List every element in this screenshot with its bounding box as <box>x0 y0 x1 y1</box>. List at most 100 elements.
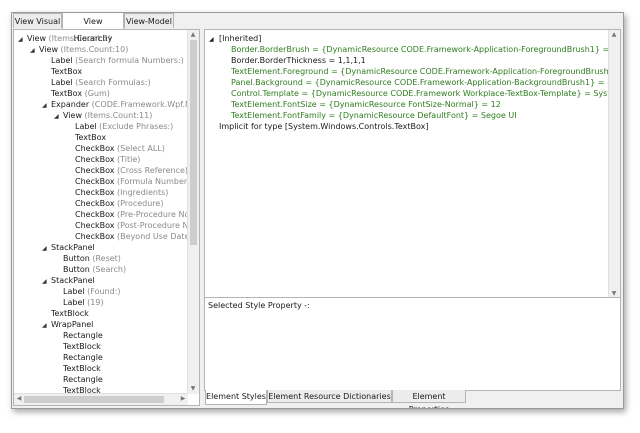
style-setter-line[interactable]: TextElement.Foreground = {DynamicResourc… <box>231 66 608 77</box>
tree-node-detail: (Formula Number) <box>114 177 187 186</box>
style-setter-line[interactable]: TextElement.FontFamily = {DynamicResourc… <box>231 110 517 121</box>
tree-node[interactable]: CheckBox (Procedure) <box>66 198 163 209</box>
scroll-up-icon[interactable]: ▲ <box>188 30 198 40</box>
tree-node[interactable]: CheckBox (Beyond Use Date N <box>66 231 187 242</box>
tab-element-properties[interactable]: Element Properties <box>392 390 466 408</box>
tree-node-detail: (Found:) <box>84 287 121 296</box>
tree-node[interactable]: CheckBox (Title) <box>66 154 140 165</box>
styles-list[interactable]: ◢ [Inherited] Border.BorderBrush = {Dynam… <box>205 30 608 298</box>
selected-style-property-label: Selected Style Property -: <box>208 301 310 310</box>
tree-node[interactable]: Label (Search Formulas:) <box>42 77 151 88</box>
tree-node[interactable]: ◢Expander (CODE.Framework.Wpf.Mvv <box>42 99 187 110</box>
style-setter-line[interactable]: Panel.Background = {DynamicResource CODE… <box>231 77 608 88</box>
tree-node-detail: (Ingredients) <box>114 188 169 197</box>
tree-node[interactable]: Rectangle <box>54 374 103 385</box>
tree-node-type: TextBlock <box>63 342 101 351</box>
tab-view-model[interactable]: View-Model <box>124 13 174 28</box>
style-setter-line[interactable]: TextElement.FontSize = {DynamicResource … <box>231 99 501 110</box>
tree-node[interactable]: TextBlock <box>54 363 101 374</box>
tab-element-resource-dictionaries[interactable]: Element Resource Dictionaries <box>267 390 392 403</box>
tree-node[interactable]: ◢ StackPanel <box>42 242 95 253</box>
tree-node[interactable]: Button (Reset) <box>54 253 121 264</box>
scroll-up-icon[interactable]: ▲ <box>609 30 619 40</box>
tree-node[interactable]: ◢ View (Items.Count:11) <box>54 110 152 121</box>
tree-node[interactable]: TextBlock <box>42 308 89 319</box>
tree-vertical-scroll-thumb[interactable] <box>190 40 197 245</box>
tree-node[interactable]: Label (19) <box>54 297 104 308</box>
tree-node[interactable]: CheckBox (Cross Reference) <box>66 165 187 176</box>
tree-node-detail: (Search) <box>89 265 127 274</box>
tree-node-type: Label <box>63 298 85 307</box>
tree-node-type: Expander <box>51 100 90 109</box>
tree-node[interactable]: CheckBox (Pre-Procedure Not <box>66 209 187 220</box>
tree-node[interactable]: TextBox <box>66 132 106 143</box>
tree-node-detail: (Select ALL) <box>114 144 165 153</box>
inherited-header: [Inherited] <box>219 34 262 43</box>
tree-node[interactable]: CheckBox (Ingredients) <box>66 187 168 198</box>
tree-node-type: View <box>39 45 58 54</box>
tree-vertical-scrollbar[interactable]: ▲ ▼ <box>187 30 199 394</box>
tree-node[interactable]: CheckBox (Formula Number) <box>66 176 187 187</box>
tree-horizontal-scrollbar[interactable]: ◀ ▶ <box>14 393 188 405</box>
tree-node-type: CheckBox <box>75 232 115 241</box>
tree-node[interactable]: ◢ StackPanel <box>42 275 95 286</box>
tree-node-type: View <box>63 111 82 120</box>
expand-triangle-icon[interactable]: ◢ <box>209 34 219 45</box>
expand-triangle-icon[interactable]: ◢ <box>30 45 39 56</box>
tree-node[interactable]: TextBlock <box>54 341 101 352</box>
expand-triangle-icon[interactable]: ◢ <box>18 34 27 45</box>
scroll-down-icon[interactable]: ▼ <box>188 384 198 394</box>
tree-node[interactable]: Label (Exclude Phrases:) <box>66 121 173 132</box>
element-styles-panel: ◢ [Inherited] Border.BorderBrush = {Dynam… <box>204 29 621 311</box>
tree-node-detail: (Procedure) <box>114 199 164 208</box>
tree-node[interactable]: Rectangle <box>54 352 103 363</box>
tree-node[interactable]: CheckBox (Select ALL) <box>66 143 165 154</box>
inherited-group[interactable]: ◢ [Inherited] <box>209 33 261 44</box>
tree-node[interactable]: Label (Search formula Numbers:) <box>42 55 184 66</box>
expand-triangle-icon[interactable]: ◢ <box>42 100 51 111</box>
tree-node-detail: (Gum) <box>82 89 110 98</box>
expand-triangle-icon[interactable]: ◢ <box>42 320 51 331</box>
tree-node[interactable]: TextBlock <box>54 385 101 393</box>
style-setter-line[interactable]: Control.Template = {DynamicResource CODE… <box>231 88 608 99</box>
tree-node-type: TextBox <box>75 133 107 142</box>
tree-node[interactable]: CheckBox (Post-Procedure No <box>66 220 187 231</box>
scroll-left-icon[interactable]: ◀ <box>14 394 24 404</box>
bottom-tab-strip: Element Styles Element Resource Dictiona… <box>204 390 623 408</box>
tree-node[interactable]: Button (Search) <box>54 264 126 275</box>
selected-style-property-panel: Selected Style Property -: <box>204 297 621 391</box>
tree-node-type: Button <box>63 265 90 274</box>
tree-node-type: CheckBox <box>75 144 115 153</box>
tree-node[interactable]: TextBox (Gum) <box>42 88 110 99</box>
tree-node-type: WrapPanel <box>51 320 94 329</box>
tree-node-type: Label <box>63 287 85 296</box>
inspector-window: View Visual View Hierarchy View-Model ◢ V… <box>11 12 624 409</box>
tree-horizontal-scroll-thumb[interactable] <box>24 396 164 403</box>
tab-view-hierarchy[interactable]: View Hierarchy <box>62 13 124 43</box>
tree-node[interactable]: Rectangle <box>54 330 103 341</box>
style-setter-line[interactable]: Border.BorderThickness = 1,1,1,1 <box>231 55 366 66</box>
tab-element-styles[interactable]: Element Styles <box>205 390 267 405</box>
tree-node-type: StackPanel <box>51 243 95 252</box>
expand-triangle-icon[interactable]: ◢ <box>42 276 51 287</box>
tree-node-detail: (Post-Procedure No <box>114 221 187 230</box>
style-setter-line[interactable]: Border.BorderBrush = {DynamicResource CO… <box>231 44 608 55</box>
expand-triangle-icon[interactable]: ◢ <box>54 111 63 122</box>
hierarchy-tree[interactable]: ◢View (Items.Count:2)◢View (Items.Count:… <box>14 30 187 393</box>
expand-triangle-icon[interactable]: ◢ <box>42 243 51 254</box>
tab-view-visual[interactable]: View Visual <box>13 13 62 28</box>
tree-node-type: CheckBox <box>75 166 115 175</box>
tree-node-type: CheckBox <box>75 221 115 230</box>
tree-node-detail: (Pre-Procedure Not <box>114 210 187 219</box>
tree-node[interactable]: Label (Found:) <box>54 286 121 297</box>
tree-node[interactable]: ◢ WrapPanel <box>42 319 93 330</box>
styles-vertical-scrollbar[interactable]: ▲ ▼ <box>608 30 620 299</box>
implicit-style-note: Implicit for type [System.Windows.Contro… <box>219 122 429 131</box>
tree-node-type: Label <box>51 56 73 65</box>
tree-node[interactable]: TextBox <box>42 66 82 77</box>
hierarchy-panel: ◢View (Items.Count:2)◢View (Items.Count:… <box>13 29 200 406</box>
tree-node-type: CheckBox <box>75 155 115 164</box>
tree-node-type: View <box>27 34 46 43</box>
scroll-right-icon[interactable]: ▶ <box>178 394 188 404</box>
tree-node-detail: (Items.Count:11) <box>81 111 153 120</box>
